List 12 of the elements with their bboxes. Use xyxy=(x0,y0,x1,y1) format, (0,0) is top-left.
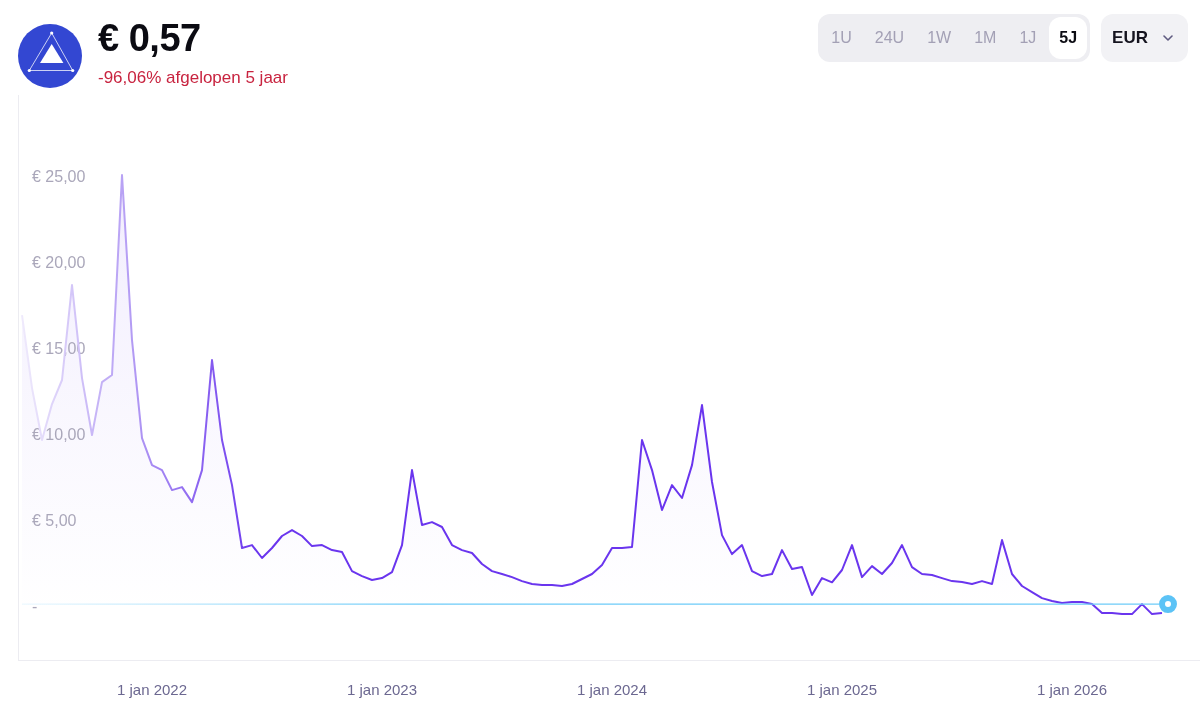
y-axis-label: € 20,00 xyxy=(32,254,86,272)
price-value: € 0,57 xyxy=(98,16,202,60)
x-axis-label: 1 jan 2023 xyxy=(346,680,418,698)
price-change: -96,06% afgelopen 5 jaar xyxy=(98,67,288,89)
x-axis-label: 1 jan 2026 xyxy=(1036,680,1108,698)
x-axis-label: 1 jan 2024 xyxy=(576,680,648,698)
y-axis-label: - xyxy=(32,598,38,616)
y-axis-label: € 10,00 xyxy=(32,426,86,444)
y-axis-label: € 5,00 xyxy=(32,512,77,530)
x-axis-label: 1 jan 2025 xyxy=(806,680,878,698)
x-axis-label: 1 jan 2022 xyxy=(116,680,188,698)
y-axis-label: € 25,00 xyxy=(32,168,86,186)
